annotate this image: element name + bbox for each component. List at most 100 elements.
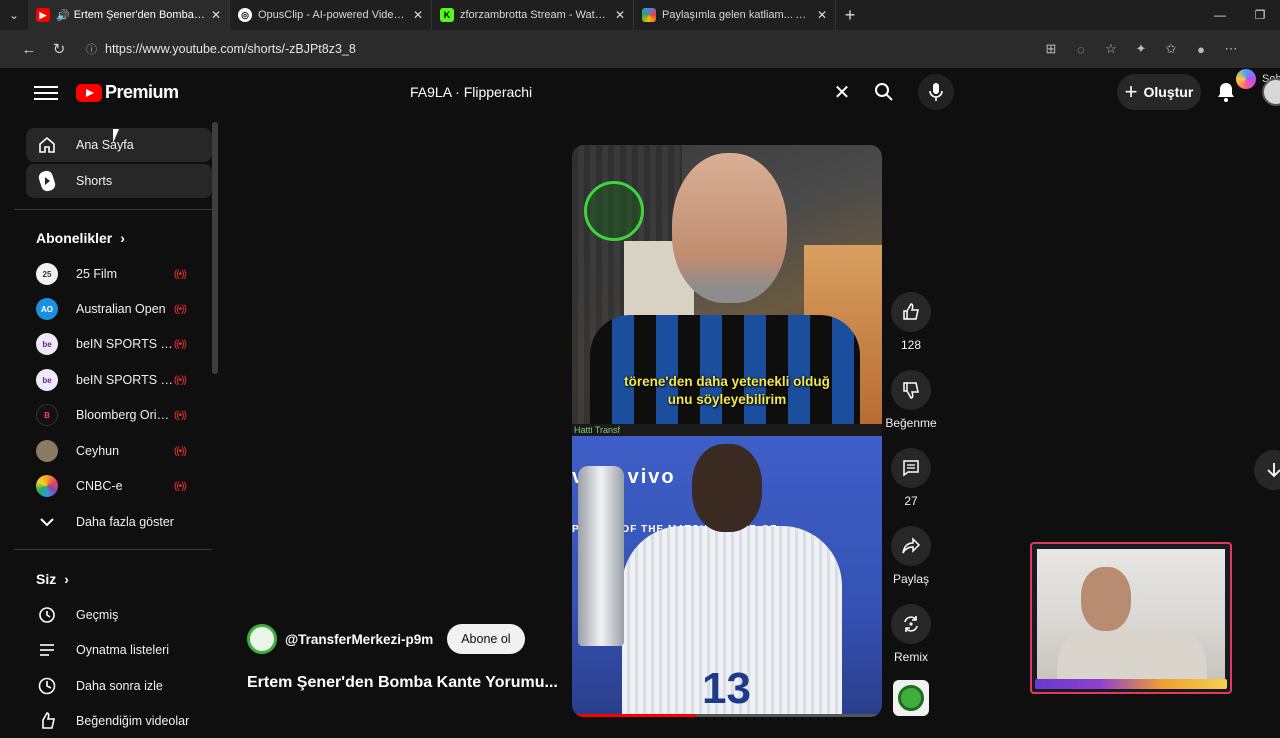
remix-label: Remix	[893, 650, 928, 664]
sidebar-item-channel[interactable]: be beIN SPORTS USA ((•))	[26, 363, 212, 397]
sidebar-item-channel[interactable]: Ceyhun ((•))	[26, 434, 212, 468]
live-indicator-icon: ((•))	[174, 303, 187, 315]
shorts-video-player[interactable]: törene'den daha yetenekli olduğ unu söyl…	[572, 145, 882, 717]
sidebar-scrollbar[interactable]	[212, 122, 218, 374]
tab-list-chevron-icon[interactable]: ⌄	[0, 0, 28, 30]
reload-icon[interactable]: ↻	[44, 34, 74, 64]
close-tab-icon[interactable]: ✕	[211, 8, 221, 22]
app-grid-icon[interactable]: ⊞	[1036, 34, 1066, 64]
live-indicator-icon: ((•))	[174, 338, 187, 350]
clock-icon	[36, 675, 58, 697]
playlist-icon	[36, 639, 58, 661]
channel-row: @TransferMerkezi-p9m Abone ol	[247, 624, 525, 654]
search-button[interactable]	[862, 72, 906, 112]
copilot-logo-icon	[1236, 69, 1256, 89]
new-tab-plus-icon[interactable]: +	[836, 0, 864, 30]
close-tab-icon[interactable]: ✕	[817, 8, 827, 22]
sidebar-item-channel[interactable]: be beIN SPORTS Tü... ((•))	[26, 327, 212, 361]
favorites-list-icon[interactable]: ✩	[1156, 34, 1186, 64]
close-tab-icon[interactable]: ✕	[413, 8, 423, 22]
comments-button[interactable]: 27	[881, 448, 941, 508]
sidebar-item-label: Beğendiğim videolar	[76, 714, 190, 728]
clear-search-icon[interactable]: ✕	[822, 80, 862, 105]
next-video-button[interactable]	[1254, 450, 1280, 490]
create-label: Oluştur	[1143, 84, 1194, 100]
sidebar-item-channel[interactable]: B Bloomberg Origi... ((•))	[26, 398, 212, 432]
like-icon	[36, 710, 58, 732]
channel-avatar[interactable]	[247, 624, 277, 654]
sidebar-item-label: Shorts	[76, 174, 113, 188]
channel-name: CNBC-e	[76, 479, 123, 493]
chevron-down-icon	[36, 511, 58, 533]
live-indicator-icon: ((•))	[174, 445, 187, 457]
browser-tab-kick[interactable]: K zforzambrotta Stream - Watch Live ✕	[432, 0, 634, 30]
search-box[interactable]: FA9LA · Flipperachi ✕	[396, 72, 906, 112]
sidebar-item-label: Daha sonra izle	[76, 679, 163, 693]
thumbs-up-icon	[891, 292, 931, 332]
remix-button[interactable]: Remix	[881, 604, 941, 664]
sidebar-item-shorts[interactable]: Shorts	[26, 164, 212, 198]
sidebar-item-channel[interactable]: AO Australian Open ((•))	[26, 292, 212, 326]
you-heading[interactable]: Siz ›	[36, 571, 69, 587]
share-button[interactable]: Paylaş	[881, 526, 941, 586]
comment-icon	[891, 448, 931, 488]
sidebar-item-label: Oynatma listeleri	[76, 643, 170, 657]
close-tab-icon[interactable]: ✕	[615, 8, 625, 22]
site-info-icon[interactable]: ⓘ	[86, 41, 97, 57]
video-progress-fill	[572, 714, 696, 717]
extensions-icon[interactable]: ✦	[1126, 34, 1156, 64]
sidebar-item-channel[interactable]: CNBC-e ((•))	[26, 469, 212, 503]
subscriptions-title: Abonelikler	[36, 230, 113, 246]
share-label: Paylaş	[892, 572, 930, 586]
video-title[interactable]: Ertem Şener'den Bomba Kante Yorumu...	[247, 674, 558, 692]
sidebar-item-label: Geçmiş	[76, 608, 119, 622]
sidebar-item-history[interactable]: Geçmiş	[26, 598, 212, 632]
channel-handle[interactable]: @TransferMerkezi-p9m	[285, 632, 433, 647]
trophy-image	[578, 466, 624, 646]
home-icon	[36, 134, 58, 156]
create-button[interactable]: + Oluştur	[1117, 74, 1201, 110]
sidebar-item-watch-later[interactable]: Daha sonra izle	[26, 669, 212, 703]
channel-watermark-logo	[584, 181, 644, 241]
speaker-icon[interactable]: 🔊	[56, 9, 70, 22]
sidebar-item-home[interactable]: Ana Sayfa	[26, 128, 212, 162]
browser-tab-ada[interactable]: Paylaşımla gelen katliam... Ada ile ✕	[634, 0, 836, 30]
url-field[interactable]: ⓘ https://www.youtube.com/shorts/-zBJPt8…	[78, 34, 1036, 64]
colorful-favicon-icon	[642, 8, 656, 22]
sidebar-item-liked-videos[interactable]: Beğendiğim videolar	[26, 704, 212, 738]
youtube-premium-logo[interactable]: Premium	[76, 82, 179, 103]
back-arrow-icon[interactable]: ←	[14, 34, 44, 64]
notifications-button[interactable]	[1214, 80, 1238, 104]
video-progress-bar[interactable]	[572, 714, 882, 717]
kick-favicon-icon: K	[440, 8, 454, 22]
subscriptions-heading[interactable]: Abonelikler ›	[36, 230, 125, 246]
sidebar-item-channel[interactable]: 25 25 Film ((•))	[26, 257, 212, 291]
channel-name: Australian Open	[76, 302, 166, 316]
search-input[interactable]: FA9LA · Flipperachi	[410, 84, 822, 100]
browser-tab-opusclip[interactable]: ◎ OpusClip - AI-powered Video Rep ✕	[230, 0, 432, 30]
sidebar-divider	[14, 209, 212, 210]
dislike-label: Beğenme	[885, 416, 937, 430]
dislike-button[interactable]: Beğenme	[881, 370, 941, 430]
chevron-right-icon: ›	[120, 230, 125, 246]
you-title: Siz	[36, 571, 57, 587]
more-options-icon[interactable]: ⋯	[1216, 34, 1246, 64]
favorite-star-icon[interactable]: ☆	[1096, 34, 1126, 64]
hamburger-menu-icon[interactable]	[34, 82, 58, 102]
voice-search-button[interactable]	[918, 74, 954, 110]
sidebar-item-playlists[interactable]: Oynatma listeleri	[26, 633, 212, 667]
tracking-eye-icon[interactable]: ◌	[1066, 34, 1096, 64]
maximize-icon[interactable]: ❐	[1240, 0, 1280, 30]
like-button[interactable]: 128	[881, 292, 941, 352]
browser-tab-youtube[interactable]: ▶ 🔊 Ertem Şener'den Bomba Kante ✕	[28, 0, 230, 30]
minimize-icon[interactable]: —	[1200, 0, 1240, 30]
sidebar-show-more[interactable]: Daha fazla göster	[26, 505, 212, 539]
youtube-favicon-icon: ▶	[36, 8, 50, 22]
channel-name: beIN SPORTS Tü...	[76, 337, 176, 351]
account-avatar[interactable]	[1262, 78, 1280, 106]
channel-name: beIN SPORTS USA	[76, 373, 176, 387]
show-more-label: Daha fazla göster	[76, 515, 174, 529]
sound-channel-thumbnail[interactable]	[893, 680, 929, 716]
subscribe-button[interactable]: Abone ol	[447, 624, 525, 654]
profile-icon[interactable]: ●	[1186, 34, 1216, 64]
